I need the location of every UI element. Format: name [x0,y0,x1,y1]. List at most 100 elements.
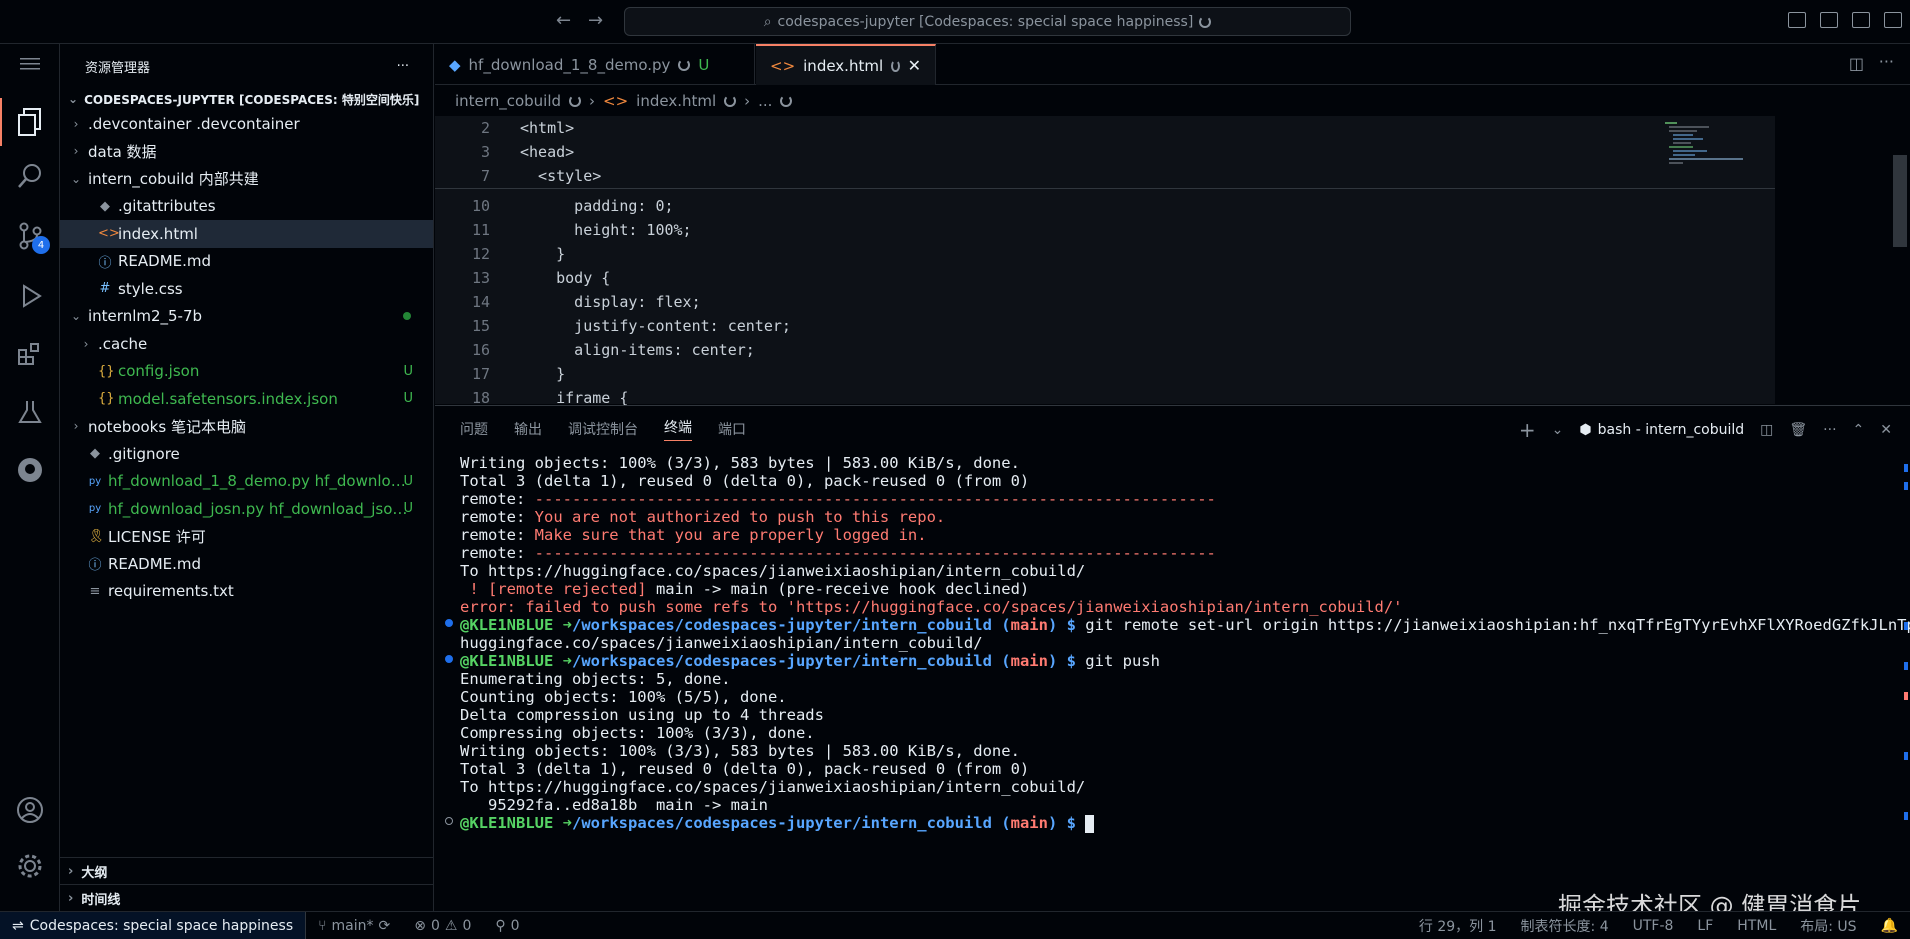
terminal-profile[interactable]: ⬢ bash - intern_cobuild [1579,422,1744,438]
html-file-icon: <> [603,92,629,110]
modified-dot-icon [403,312,411,321]
settings-gear-icon[interactable] [14,850,46,882]
bottom-panel: 问题 输出 调试控制台 终端 端口 + ⌄ ⬢ bash - intern_co… [435,405,1910,911]
source-control-icon[interactable]: 4 [14,220,50,254]
search-icon[interactable] [14,160,46,192]
python-file-icon: ◆ [449,55,461,74]
github-icon[interactable] [14,454,46,486]
activity-bar: 4 [0,44,60,911]
close-panel-icon[interactable]: ✕ [1880,422,1892,438]
testing-flask-icon[interactable] [14,396,46,428]
tree-item[interactable]: › .cache [60,330,433,358]
tree-item[interactable]: {} model.safetensors.index.json U [60,385,433,413]
back-arrow-icon[interactable]: ← [556,10,571,31]
split-terminal-icon[interactable]: ◫ [1760,422,1773,438]
code-text: } [520,245,566,263]
terminal-output[interactable]: Writing objects: 100% (3/3), 583 bytes |… [435,452,1910,912]
extensions-icon[interactable] [14,338,46,370]
command-status-icon [445,619,453,627]
breadcrumb-more[interactable]: ... [758,92,772,110]
workspace-root-label: CODESPACES-JUPYTER [CODESPACES: 特别空间快乐] [84,92,420,107]
tree-item[interactable]: ≡ requirements.txt [60,578,433,606]
warning-icon: ⚠ [444,917,458,934]
tree-item[interactable]: ⌄ internlm2_5-7b [60,303,433,331]
language-mode[interactable]: HTML [1725,918,1788,934]
maximize-panel-icon[interactable]: ⌃ [1853,422,1865,438]
tree-item[interactable]: › notebooks 笔记本电脑 [60,413,433,441]
tab-problems[interactable]: 问题 [460,419,488,439]
tree-item[interactable]: {} config.json U [60,358,433,386]
menu-icon[interactable] [14,48,46,80]
chevron-down-icon[interactable]: ⌄ [1552,422,1564,438]
breadcrumb-file[interactable]: index.html [636,92,716,110]
tab-label: index.html [803,56,884,75]
toggle-secondary-sidebar-icon[interactable] [1852,12,1870,28]
editor-scrollbar[interactable] [1893,155,1907,247]
tree-item[interactable]: ◆ .gitattributes [60,193,433,221]
close-tab-icon[interactable]: ✕ [908,56,921,75]
trash-icon[interactable]: 🗑 [1789,422,1807,438]
tree-item[interactable]: ⌄ intern_cobuild 内部共建 [60,165,433,193]
remote-indicator[interactable]: ⇌ Codespaces: special space happiness [0,912,307,939]
toggle-sidebar-icon[interactable] [1788,12,1806,28]
tree-item[interactable]: › data 数据 [60,138,433,166]
chevron-right-icon: › [68,890,74,906]
tree-item-label: README.md [108,554,202,573]
file-type-icon: <> [98,226,120,242]
terminal-scrollbar[interactable] [1900,452,1910,912]
branch-indicator[interactable]: ⑂ main* ⟳ [306,918,402,934]
workspace-root[interactable]: ⌄ CODESPACES-JUPYTER [CODESPACES: 特别空间快乐… [60,88,433,110]
more-actions-icon[interactable]: ··· [397,59,409,74]
new-terminal-button[interactable]: + [1519,418,1536,442]
more-actions-icon[interactable]: ··· [1823,422,1836,438]
branch-name: main* [331,917,374,934]
tree-item-label: intern_cobuild 内部共建 [88,170,259,189]
tab-debug-console[interactable]: 调试控制台 [568,419,638,439]
tab-index-html[interactable]: <> index.html ✕ [756,44,936,85]
tree-item[interactable]: <> index.html [60,220,433,248]
tree-item[interactable]: 🎗 LICENSE 许可 [60,523,433,551]
file-type-icon: ◆ [90,446,100,462]
untracked-status: U [403,501,413,517]
tree-item[interactable]: py hf_download_josn.py hf_download_json..… [60,495,433,523]
tree-item[interactable]: ◆ .gitignore [60,440,433,468]
account-icon[interactable] [14,794,46,826]
minimap[interactable] [1625,116,1775,404]
breadcrumb-folder[interactable]: intern_cobuild [455,92,561,110]
end-of-line[interactable]: LF [1685,918,1725,934]
tree-item-label: model.safetensors.index.json [118,389,338,408]
code-editor[interactable]: 2 <html> 3 <head> 7 <style> 10 padding: 0; 11 … [435,116,1775,407]
explorer-icon[interactable] [14,106,46,138]
tree-item[interactable]: › .devcontainer .devcontainer [60,110,433,138]
ports-indicator[interactable]: ⚲ 0 [483,918,531,934]
tree-item[interactable]: ⓘ README.md [60,248,433,276]
line-number: 2 [480,119,490,137]
tree-item[interactable]: py hf_download_1_8_demo.py hf_downloa... U [60,468,433,496]
tree-item-label: .gitignore [108,444,180,463]
file-type-icon: ◆ [100,198,110,214]
tab-ports[interactable]: 端口 [718,419,746,439]
run-debug-icon[interactable] [14,280,46,312]
tab-output[interactable]: 输出 [514,419,542,439]
error-count: 0 [430,917,440,934]
more-actions-icon[interactable]: ··· [1879,52,1894,71]
code-line: 17 } [435,362,1625,386]
tree-item[interactable]: # style.css [60,275,433,303]
bell-icon[interactable]: 🔔 [1869,918,1910,934]
encoding[interactable]: UTF-8 [1621,918,1686,934]
tree-item[interactable]: ⓘ README.md [60,550,433,578]
customize-layout-icon[interactable] [1884,12,1902,28]
terminal-icon: ⬢ [1579,422,1592,438]
split-editor-icon[interactable]: ◫ [1849,54,1864,73]
cursor-position[interactable]: 行 29，列 1 [1407,916,1509,936]
keyboard-layout[interactable]: 布局: US [1788,916,1868,936]
toggle-panel-icon[interactable] [1820,12,1838,28]
tab-hf-download-demo[interactable]: ◆ hf_download_1_8_demo.py U [435,44,755,85]
timeline-section[interactable]: › 时间线 [60,884,433,911]
indentation[interactable]: 制表符长度: 4 [1509,916,1621,936]
outline-section[interactable]: › 大纲 [60,857,433,884]
tab-terminal[interactable]: 终端 [664,417,692,441]
command-center[interactable]: ⌕ codespaces-jupyter [Codespaces: specia… [624,7,1351,36]
problems-indicator[interactable]: ⊗ 0 ⚠ 0 [402,918,483,934]
forward-arrow-icon[interactable]: → [588,10,603,31]
